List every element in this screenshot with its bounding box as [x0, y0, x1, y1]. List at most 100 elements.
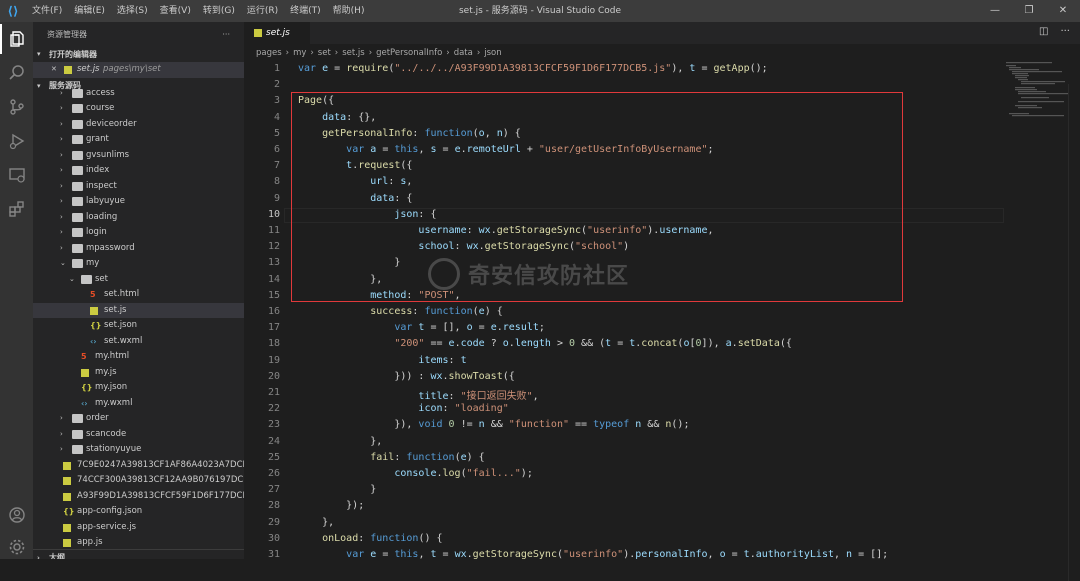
- more-actions-icon[interactable]: ···: [222, 30, 230, 39]
- file-item[interactable]: {} set.json: [33, 318, 244, 334]
- tree-item-label: app-service.js: [77, 521, 137, 532]
- code-line[interactable]: console.log("fail...");: [298, 468, 533, 479]
- line-number: 23: [267, 419, 280, 431]
- code-line[interactable]: icon: "loading": [298, 403, 508, 414]
- file-item[interactable]: 5 my.html: [33, 349, 244, 365]
- folder-item[interactable]: › labyuyue: [33, 194, 244, 210]
- file-item[interactable]: 74CCF300A39813CF12AA9B076197DCB5...: [33, 473, 244, 489]
- split-editor-icon[interactable]: ◫: [1039, 26, 1048, 37]
- line-number: 2: [273, 79, 280, 91]
- menu-item[interactable]: 终端(T): [284, 0, 327, 22]
- folder-item[interactable]: › stationyuyue: [33, 442, 244, 458]
- code-line[interactable]: var e = require("../../../A93F99D1A39813…: [298, 63, 768, 74]
- settings-gear-icon[interactable]: [0, 532, 33, 562]
- folder-item[interactable]: › index: [33, 163, 244, 179]
- remote-explorer-icon[interactable]: [0, 160, 33, 190]
- code-line[interactable]: },: [298, 436, 382, 447]
- code-line[interactable]: "200" == e.code ? o.length > 0 && (t = t…: [298, 338, 792, 349]
- file-item[interactable]: app-service.js: [33, 520, 244, 536]
- line-number: 10: [267, 208, 280, 220]
- file-item[interactable]: A93F99D1A39813CFCF59F1D6F177DCB5...: [33, 489, 244, 505]
- tab-set-js[interactable]: set.js: [244, 22, 310, 44]
- maximize-icon[interactable]: ❐: [1012, 0, 1046, 22]
- breadcrumb-item[interactable]: my: [293, 48, 306, 58]
- code-line[interactable]: items: t: [298, 355, 466, 366]
- breadcrumb-item[interactable]: data: [454, 48, 473, 58]
- code-line[interactable]: success: function(e) {: [298, 306, 503, 317]
- breadcrumb-item[interactable]: set: [318, 48, 331, 58]
- source-control-icon[interactable]: [0, 92, 33, 122]
- file-item[interactable]: {} app-config.json: [33, 504, 244, 520]
- menu-item[interactable]: 查看(V): [154, 0, 197, 22]
- file-item[interactable]: set.js: [33, 302, 244, 318]
- folder-item[interactable]: ⌄ my: [33, 256, 244, 272]
- menu-item[interactable]: 选择(S): [111, 0, 154, 22]
- breadcrumb-item[interactable]: json: [484, 48, 501, 58]
- search-icon[interactable]: [0, 58, 33, 88]
- folder-icon: [72, 197, 83, 206]
- open-editor-item[interactable]: ✕ set.js pages\my\set: [33, 62, 244, 78]
- more-actions-icon[interactable]: ···: [1060, 26, 1070, 37]
- tree-item-label: set.html: [104, 289, 140, 299]
- run-debug-icon[interactable]: [0, 126, 33, 156]
- code-line[interactable]: })) : wx.showToast({: [298, 371, 514, 382]
- folder-icon: [72, 445, 83, 454]
- vscode-logo-icon: ⟨⟩: [7, 4, 19, 18]
- line-number: 4: [273, 111, 280, 123]
- open-editors-section[interactable]: ▾ 打开的编辑器: [33, 46, 244, 62]
- code-line[interactable]: },: [298, 517, 334, 528]
- minimap[interactable]: [1004, 62, 1068, 559]
- folder-item[interactable]: › course: [33, 101, 244, 117]
- file-item[interactable]: my.js: [33, 365, 244, 381]
- folder-item[interactable]: › gvsunlims: [33, 148, 244, 164]
- breadcrumb-item[interactable]: pages: [256, 48, 282, 58]
- explorer-icon[interactable]: [0, 24, 33, 54]
- account-icon[interactable]: [0, 500, 33, 530]
- code-line[interactable]: }: [298, 484, 376, 495]
- folder-item[interactable]: › login: [33, 225, 244, 241]
- vertical-scrollbar[interactable]: [1068, 84, 1080, 581]
- file-item[interactable]: {} my.json: [33, 380, 244, 396]
- folder-item[interactable]: › inspect: [33, 179, 244, 195]
- close-icon[interactable]: ✕: [1046, 0, 1080, 22]
- folder-icon: [72, 88, 83, 98]
- menu-item[interactable]: 文件(F): [26, 0, 68, 22]
- menu-item[interactable]: 编辑(E): [68, 0, 111, 22]
- folder-item[interactable]: › scancode: [33, 427, 244, 443]
- extensions-icon[interactable]: [0, 194, 33, 224]
- outline-section[interactable]: › 大纲: [33, 549, 244, 559]
- chevron-right-icon: ›: [285, 48, 290, 58]
- code-line[interactable]: fail: function(e) {: [298, 452, 484, 463]
- file-item[interactable]: ‹› set.wxml: [33, 334, 244, 350]
- code-line[interactable]: var t = [], o = e.result;: [298, 322, 545, 333]
- menu-item[interactable]: 转到(G): [197, 0, 241, 22]
- menu-item[interactable]: 帮助(H): [327, 0, 371, 22]
- folder-item[interactable]: › grant: [33, 132, 244, 148]
- breadcrumb-item[interactable]: getPersonalInfo: [376, 48, 442, 58]
- tree-item-label: stationyuyue: [86, 444, 142, 454]
- code-line[interactable]: title: "接口返回失败",: [298, 387, 538, 402]
- window-controls: — ❐ ✕: [978, 0, 1080, 22]
- breadcrumb-item[interactable]: set.js: [342, 48, 364, 58]
- chevron-right-icon: ›: [60, 135, 63, 143]
- folder-item[interactable]: › access: [33, 86, 244, 102]
- close-editor-icon[interactable]: ✕: [51, 62, 61, 78]
- line-number: 3: [273, 95, 280, 107]
- folder-icon: [72, 414, 83, 423]
- code-line[interactable]: onLoad: function() {: [298, 533, 442, 544]
- file-item[interactable]: ‹› my.wxml: [33, 396, 244, 412]
- folder-item[interactable]: › mpassword: [33, 241, 244, 257]
- json-file-icon: {}: [63, 507, 75, 516]
- code-line[interactable]: var e = this, t = wx.getStorageSync("use…: [298, 549, 888, 559]
- code-line[interactable]: });: [298, 500, 364, 511]
- folder-item[interactable]: › loading: [33, 210, 244, 226]
- menu-item[interactable]: 运行(R): [241, 0, 284, 22]
- folder-item[interactable]: › order: [33, 411, 244, 427]
- folder-item[interactable]: › deviceorder: [33, 117, 244, 133]
- code-line[interactable]: }), void 0 != n && "function" == typeof …: [298, 419, 689, 430]
- line-number: 31: [267, 549, 280, 559]
- folder-item[interactable]: ⌄ set: [33, 272, 244, 288]
- minimize-icon[interactable]: —: [978, 0, 1012, 22]
- file-item[interactable]: 7C9E0247A39813CF1AF86A4023A7DCB5...: [33, 458, 244, 474]
- file-item[interactable]: 5 set.html: [33, 287, 244, 303]
